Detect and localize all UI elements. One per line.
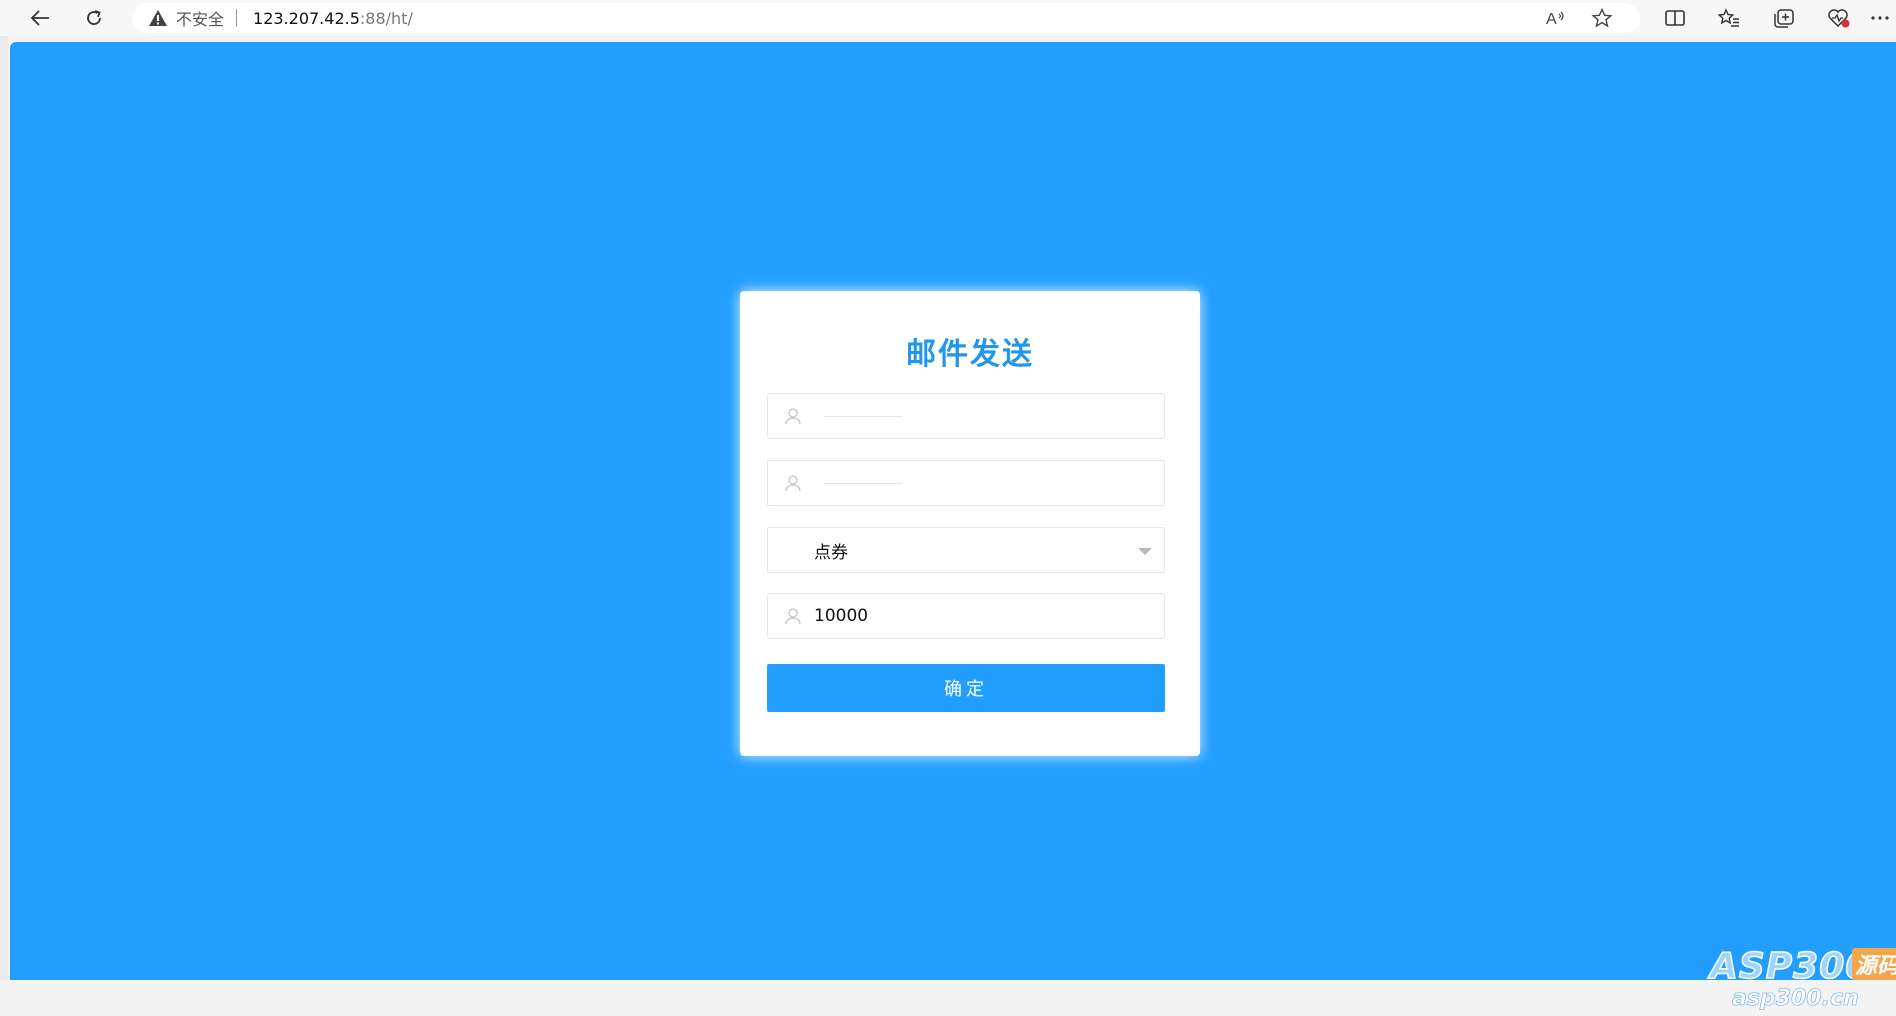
item-type-select[interactable]: 点券 — [767, 527, 1165, 573]
watermark-badge: 源码 — [1852, 948, 1896, 980]
favorites-list-icon[interactable] — [1715, 6, 1743, 30]
favorite-star-icon[interactable] — [1590, 7, 1614, 29]
confirm-button[interactable]: 确定 — [767, 664, 1165, 712]
page-title: 邮件发送 — [906, 337, 1034, 372]
security-status-text[interactable]: 不安全 — [176, 6, 224, 30]
watermark: ASP300 源码 asp300.cn — [1709, 942, 1896, 1016]
address-separator — [236, 9, 238, 27]
window-left-edge — [0, 36, 8, 980]
user-icon — [784, 607, 802, 625]
read-aloud-icon[interactable]: A — [1544, 7, 1568, 29]
svg-text:A: A — [1546, 11, 1557, 28]
refresh-icon[interactable] — [80, 6, 108, 30]
watermark-url: asp300.cn — [1732, 986, 1859, 1012]
address-bar[interactable]: 不安全 123.207.42.5:88/ht/ A — [132, 3, 1640, 33]
back-icon[interactable] — [26, 6, 54, 30]
url-path[interactable]: :88/ht/ — [360, 9, 413, 28]
browser-toolbar: 不安全 123.207.42.5:88/ht/ A — [0, 0, 1896, 36]
amount-input[interactable] — [814, 606, 1144, 626]
watermark-brand: ASP300 — [1709, 945, 1872, 988]
obscured-text — [824, 483, 902, 484]
mail-send-form: 邮件发送 点券 确定 — [740, 291, 1200, 756]
second-field[interactable] — [767, 460, 1165, 506]
more-icon[interactable] — [1868, 6, 1892, 30]
chevron-down-icon[interactable] — [1138, 548, 1152, 555]
item-type-selected: 点券 — [814, 542, 848, 563]
user-icon — [784, 407, 802, 425]
page-background: 邮件发送 点券 确定 — [10, 42, 1896, 1011]
collections-icon[interactable] — [1770, 6, 1798, 30]
split-screen-icon[interactable] — [1661, 6, 1689, 30]
browser-essentials-icon[interactable] — [1825, 6, 1853, 30]
warning-icon[interactable] — [148, 9, 168, 27]
amount-field[interactable] — [767, 593, 1165, 639]
url-host[interactable]: 123.207.42.5 — [253, 9, 360, 28]
user-icon — [784, 474, 802, 492]
obscured-text — [824, 416, 902, 417]
recipient-field[interactable] — [767, 393, 1165, 439]
